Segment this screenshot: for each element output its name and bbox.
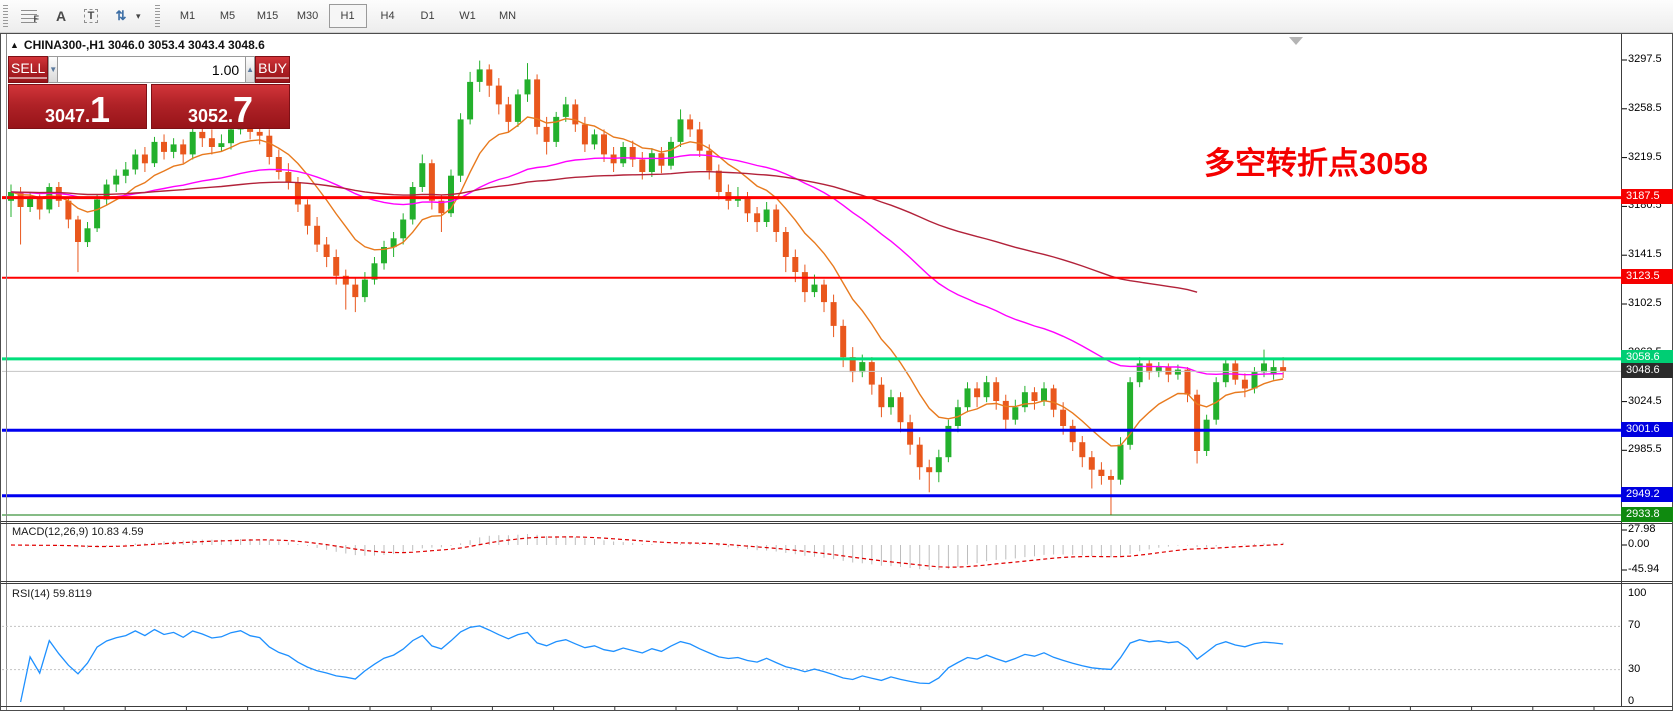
tab-M15[interactable]: M15: [249, 4, 287, 28]
toolbar-grip[interactable]: [3, 5, 10, 27]
text-label-tool-icon[interactable]: T: [76, 4, 106, 28]
y-axis-tick: 3297.5: [1628, 52, 1673, 66]
toolbar-grip[interactable]: [155, 5, 162, 27]
tab-W1[interactable]: W1: [449, 4, 487, 28]
tab-H4[interactable]: H4: [369, 4, 407, 28]
y-axis-tick: 2985.5: [1628, 442, 1673, 456]
rsi-axis-tick: 70: [1628, 619, 1673, 632]
text-tool-icon[interactable]: A: [46, 4, 76, 28]
buy-price-display[interactable]: 3052. 7: [151, 84, 290, 129]
y-axis-tick: 3024.5: [1628, 394, 1673, 408]
symbol-ohlc-text: CHINA300-,H1 3046.0 3053.4 3043.4 3048.6: [24, 38, 265, 52]
one-click-trading-panel: SELL ▼ ▲ BUY 3047. 1 3052. 7: [8, 56, 290, 129]
price-badge: 3187.5: [1621, 189, 1673, 204]
rsi-indicator-label: RSI(14) 59.8119: [12, 588, 92, 600]
chevron-down-icon[interactable]: ▾: [136, 11, 141, 22]
y-axis-tick: 3141.5: [1628, 247, 1673, 261]
y-axis-tick: 3219.5: [1628, 150, 1673, 164]
macd-axis-tick: 27.98: [1628, 523, 1673, 536]
tab-M30[interactable]: M30: [289, 4, 327, 28]
chart-window: ▲ CHINA300-,H1 3046.0 3053.4 3043.4 3048.…: [0, 33, 1673, 711]
fibonacci-tool-icon[interactable]: F: [16, 4, 46, 28]
price-badge: 2949.2: [1621, 487, 1673, 502]
buy-button[interactable]: BUY: [255, 56, 290, 83]
price-badge: 3048.6: [1621, 363, 1673, 378]
price-badge: 3123.5: [1621, 269, 1673, 284]
sell-button[interactable]: SELL: [8, 56, 48, 83]
collapse-panel-icon[interactable]: ▲: [10, 40, 19, 50]
chart-info-line[interactable]: ▲ CHINA300-,H1 3046.0 3053.4 3043.4 3048.…: [10, 38, 265, 52]
toolbar: F A T ⇅ ▾ M1M5M15M30H1H4D1W1MN: [0, 0, 1673, 33]
volume-input[interactable]: [58, 56, 245, 83]
price-badge: 3001.6: [1621, 422, 1673, 437]
mt4-terminal: { "toolbar": { "tools": [ {"id": "fibona…: [0, 0, 1673, 710]
volume-decrease-button[interactable]: ▼: [48, 56, 58, 83]
arrows-tool-icon[interactable]: ⇅: [106, 4, 136, 28]
chart-annotation-text: 多空转折点3058: [1204, 138, 1428, 183]
timeframe-buttons: M1M5M15M30H1H4D1W1MN: [168, 4, 528, 28]
macd-axis-tick: -45.94: [1628, 563, 1673, 576]
tab-M1[interactable]: M1: [169, 4, 207, 28]
tab-D1[interactable]: D1: [409, 4, 447, 28]
macd-axis-tick: 0.00: [1628, 538, 1673, 551]
chart-canvas[interactable]: [1, 34, 1672, 710]
price-badge: 2933.8: [1621, 507, 1673, 522]
volume-increase-button[interactable]: ▲: [245, 56, 255, 83]
tab-M5[interactable]: M5: [209, 4, 247, 28]
rsi-axis-tick: 30: [1628, 663, 1673, 676]
tab-H1[interactable]: H1: [329, 4, 367, 28]
rsi-axis-tick: 100: [1628, 587, 1673, 600]
macd-indicator-label: MACD(12,26,9) 10.83 4.59: [12, 526, 143, 538]
rsi-axis-tick: 0: [1628, 695, 1673, 708]
y-axis-tick: 3258.5: [1628, 101, 1673, 115]
y-axis-tick: 3102.5: [1628, 296, 1673, 310]
sell-price-display[interactable]: 3047. 1: [8, 84, 147, 129]
tab-MN[interactable]: MN: [489, 4, 527, 28]
